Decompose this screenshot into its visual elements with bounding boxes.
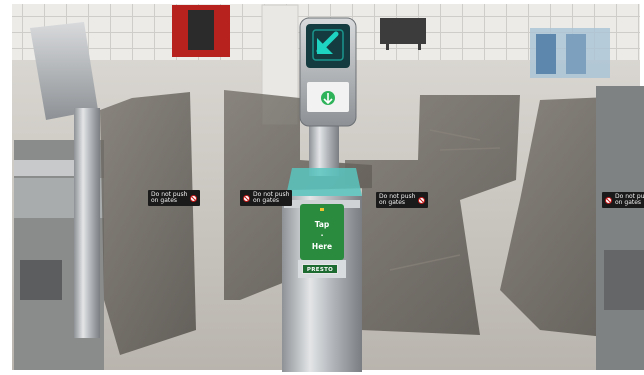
bench [380,18,426,44]
sticker-line-2: on gates [615,199,642,206]
sticker-line-2: on gates [379,199,406,206]
warning-sticker-center-right: Do not push on gates [376,192,429,208]
no-push-icon [605,196,612,204]
scene-drawing [0,0,644,375]
warning-sticker-center-left: Do not push on gates [240,190,293,206]
tap-line-1: Tap [314,220,330,229]
sticker-line-2: on gates [253,197,280,204]
left-glass-paddle [100,92,196,355]
no-push-icon [243,194,250,202]
tap-divider: · [320,231,324,240]
sticker-line-2: on gates [151,197,178,204]
fare-gate-photo: Do not push on gates Do not push on gates … [0,0,644,375]
right-gate-cabinet [596,86,644,370]
reader-glow-top [286,168,362,196]
warning-sticker-right: Do not pushon gates [602,192,644,208]
no-push-icon [418,196,426,204]
no-push-icon [190,194,198,202]
presto-brand-label: PRESTO [302,264,338,274]
warning-sticker-left: Do not push on gates [148,190,201,206]
tap-line-2: Here [311,242,333,251]
tap-here-label: Tap · Here [300,219,344,252]
